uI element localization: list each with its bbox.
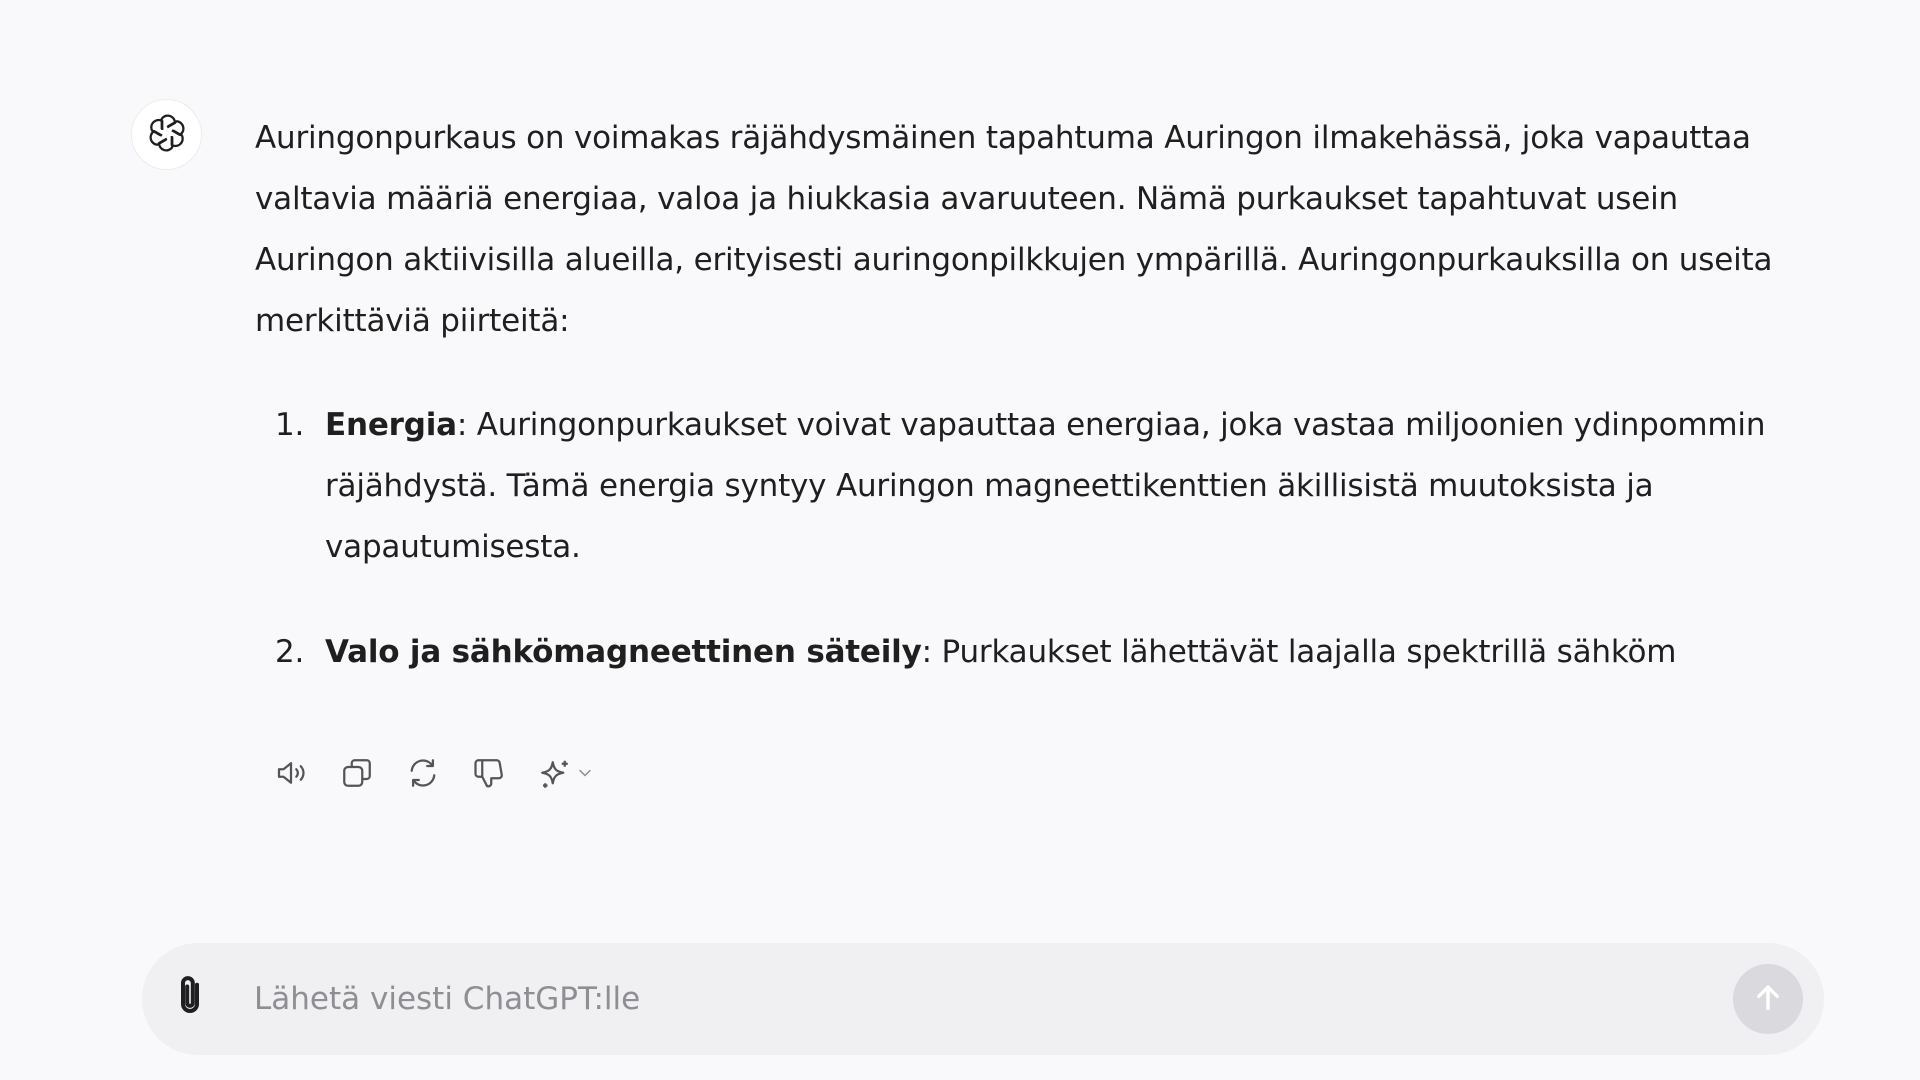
- list-item: 1. Energia: Auringonpurkaukset voivat va…: [255, 395, 1825, 578]
- numbered-list: 1. Energia: Auringonpurkaukset voivat va…: [255, 395, 1825, 683]
- list-item-term: Energia: [325, 407, 457, 443]
- model-switch-button[interactable]: [536, 756, 595, 793]
- list-item-text: : Auringonpurkaukset voivat vapauttaa en…: [325, 407, 1766, 565]
- paperclip-icon: [169, 972, 211, 1026]
- list-item-term: Valo ja sähkömagneettinen säteily: [325, 634, 922, 670]
- arrow-up-icon: [1751, 980, 1785, 1018]
- regenerate-button[interactable]: [404, 756, 441, 793]
- list-item-text: : Purkaukset lähettävät laajalla spektri…: [921, 634, 1677, 670]
- assistant-avatar: [131, 99, 202, 170]
- list-item: 2. Valo ja sähkömagneettinen säteily: Pu…: [255, 622, 1825, 683]
- assistant-message: Auringonpurkaus on voimakas räjähdysmäin…: [255, 108, 1825, 683]
- copy-icon: [339, 755, 375, 795]
- list-item-number: 1.: [275, 407, 305, 443]
- message-intro: Auringonpurkaus on voimakas räjähdysmäin…: [255, 120, 1773, 339]
- sparkle-icon: [536, 756, 573, 793]
- copy-button[interactable]: [338, 756, 375, 793]
- chevron-down-icon: [575, 763, 595, 787]
- read-aloud-button[interactable]: [272, 756, 309, 793]
- send-button[interactable]: [1733, 964, 1803, 1034]
- openai-logo-icon: [146, 112, 188, 158]
- attach-button[interactable]: [164, 973, 216, 1025]
- list-item-number: 2.: [275, 634, 305, 670]
- message-input[interactable]: [254, 971, 1554, 1027]
- message-actions: [272, 756, 595, 793]
- thumbs-down-button[interactable]: [470, 756, 507, 793]
- thumbs-down-icon: [471, 755, 507, 795]
- speaker-icon: [273, 755, 309, 795]
- regenerate-icon: [405, 755, 441, 795]
- message-composer: [142, 943, 1824, 1055]
